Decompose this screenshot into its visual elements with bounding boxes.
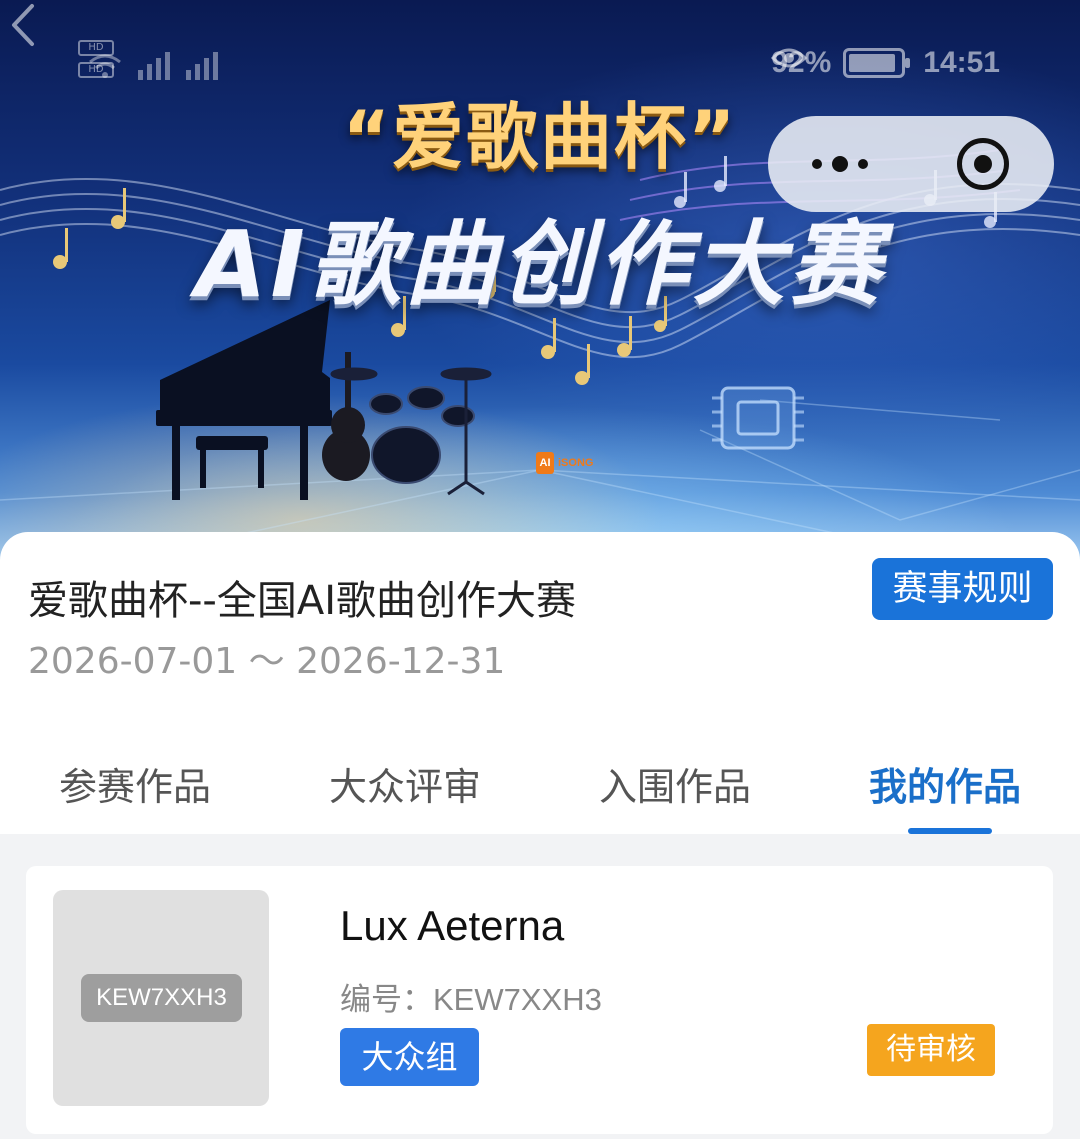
battery-icon bbox=[843, 48, 911, 78]
tab-bar: 参赛作品 大众评审 入围作品 我的作品 bbox=[0, 740, 1080, 834]
eye-icon bbox=[771, 48, 808, 68]
contest-date-range: 2026-07-01 ～ 2026-12-31 bbox=[28, 641, 506, 682]
close-miniprogram-button[interactable] bbox=[911, 116, 1054, 212]
group-badge: 大众组 bbox=[340, 1028, 479, 1086]
more-dot-icon bbox=[857, 159, 868, 169]
more-dot-icon bbox=[811, 159, 822, 169]
target-icon bbox=[956, 138, 1009, 190]
brand-logo: AI iSONG bbox=[536, 452, 593, 474]
work-code-value: KEW7XXH3 bbox=[433, 982, 602, 1017]
back-arrow-icon[interactable] bbox=[0, 0, 50, 50]
tab-my-works[interactable]: 我的作品 bbox=[810, 740, 1080, 834]
wifi-icon bbox=[89, 54, 121, 78]
rules-button[interactable]: 赛事规则 bbox=[872, 558, 1053, 620]
work-list-item[interactable]: KEW7XXH3 Lux Aeterna 编号：KEW7XXH3 大众组 待审核 bbox=[26, 866, 1053, 1134]
more-options-button[interactable] bbox=[768, 116, 911, 212]
work-code-label: 编号： bbox=[340, 982, 433, 1018]
contest-banner: “爱歌曲杯” AI歌曲创作大赛 AI iSONG HD HD 92% 14:51 bbox=[0, 0, 1080, 560]
contest-title: 爱歌曲杯--全国AI歌曲创作大赛 bbox=[28, 578, 577, 624]
brand-mark: AI bbox=[536, 452, 554, 474]
tab-public-review[interactable]: 大众评审 bbox=[270, 740, 540, 834]
work-title: Lux Aeterna bbox=[340, 902, 565, 949]
signal-2-icon bbox=[186, 40, 218, 80]
status-badge: 待审核 bbox=[867, 1024, 995, 1076]
more-dot-icon bbox=[831, 156, 848, 172]
signal-1-icon bbox=[138, 40, 170, 80]
tab-entries[interactable]: 参赛作品 bbox=[0, 740, 270, 834]
status-bar: HD HD 92% 14:51 bbox=[0, 40, 1080, 96]
work-code: 编号：KEW7XXH3 bbox=[340, 974, 602, 1019]
cover-code-tag: KEW7XXH3 bbox=[81, 974, 242, 1022]
miniprogram-capsule bbox=[768, 116, 1054, 212]
clock-time: 14:51 bbox=[923, 46, 1000, 79]
tab-shortlisted[interactable]: 入围作品 bbox=[540, 740, 810, 834]
work-cover: KEW7XXH3 bbox=[53, 890, 269, 1106]
contest-info-card: 爱歌曲杯--全国AI歌曲创作大赛 2026-07-01 ～ 2026-12-31… bbox=[0, 532, 1080, 834]
brand-name: iSONG bbox=[558, 456, 594, 469]
